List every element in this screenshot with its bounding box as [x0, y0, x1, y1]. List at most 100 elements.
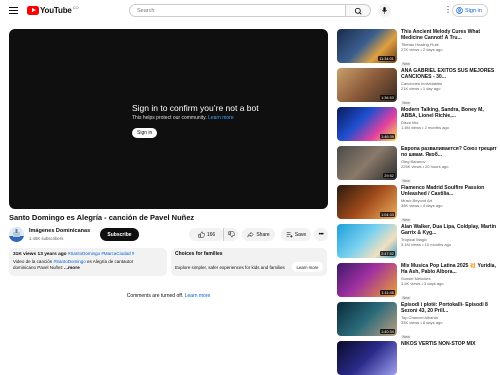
video-title-link[interactable]: NIKOS VERTIS NON-STOP MIX [401, 341, 497, 347]
hashtag-link[interactable]: #SantoDomingo [53, 259, 85, 264]
description-line: dominicano Pavel Nuñez ...more [13, 265, 80, 271]
save-playlist-icon [286, 232, 293, 238]
thumbs-down-icon [227, 231, 235, 238]
families-text: Explore simpler, safer experiences for k… [175, 265, 285, 270]
more-actions-button[interactable]: ••• [314, 228, 328, 241]
video-title-link[interactable]: Flamenco Madrid Soulfire Passion Unleash… [401, 185, 497, 198]
new-badge: New [401, 218, 412, 223]
video-thumbnail[interactable]: 1:40:34 [337, 302, 397, 336]
channel-name[interactable]: Imágenes Dominicanas [29, 228, 90, 234]
top-bar: YouTube CO Search ⋮ Sign in [0, 0, 500, 22]
avatar-image [9, 227, 24, 242]
video-player[interactable]: Sign in to confirm you’re not a bot This… [9, 29, 328, 209]
comments-disabled-notice: Comments are turned off. Learn more [126, 293, 211, 299]
recommended-video[interactable]: NIKOS VERTIS NON-STOP MIX [337, 341, 497, 375]
video-duration: 1:04:33 [379, 212, 395, 217]
video-thumbnail[interactable]: 1:04:33 [337, 185, 397, 219]
video-views-age: 3.5K views • 3 days ago [401, 281, 444, 287]
settings-more-icon[interactable]: ⋮ [444, 6, 452, 14]
thumbs-up-icon [198, 231, 205, 238]
video-views-age: 1.4M views • 2 months ago [401, 125, 449, 131]
microphone-icon [382, 7, 387, 14]
bot-check-heading: Sign in to confirm you’re not a bot [132, 103, 259, 113]
recommended-video[interactable]: 1:46:39 Modern Talking, Sandra, Boney M, … [337, 107, 497, 141]
video-title-link[interactable]: Modern Talking, Sandra, Boney M, ABBA, L… [401, 107, 497, 120]
recommended-video[interactable]: 1:11:46 Mix Musica Pop Latina 2025 💥 Yuri… [337, 263, 497, 301]
new-badge: New [401, 335, 412, 340]
video-thumbnail[interactable]: 29:52 [337, 146, 397, 180]
video-info: This Ancient Melody Cures What Medicine … [401, 29, 497, 70]
video-thumbnail[interactable]: 1:46:39 [337, 107, 397, 141]
new-badge: New [401, 296, 412, 301]
save-button[interactable]: Save [281, 228, 311, 241]
comments-learn-more-link[interactable]: Learn more [185, 293, 211, 299]
sign-in-label: Sign in [465, 7, 482, 14]
new-badge: New [401, 62, 412, 67]
share-icon [247, 231, 255, 238]
video-duration: 2:47:52 [379, 251, 395, 256]
video-info: ANA GABRIEL ÉXITOS SUS MEJORES CANCIONES… [401, 68, 497, 109]
video-views-age: 33K views • 6 days ago [401, 320, 443, 326]
new-badge: New [401, 101, 412, 106]
search-input[interactable]: Search [129, 4, 346, 17]
video-info: Mix Musica Pop Latina 2025 💥 Yuridia, Ha… [401, 263, 497, 304]
video-info: NIKOS VERTIS NON-STOP MIX [401, 341, 497, 348]
menu-icon[interactable] [9, 7, 18, 14]
youtube-logo[interactable]: YouTube CO [27, 5, 79, 15]
recommended-video[interactable]: 29:52 Европа разваливается? Союз трещит п… [337, 146, 497, 184]
description-hashtags[interactable]: #SantoDomingo #MarcaCiudad # [68, 251, 135, 256]
video-thumbnail[interactable] [337, 341, 397, 375]
voice-search-button[interactable] [378, 4, 391, 17]
dislike-button[interactable] [223, 228, 238, 241]
video-views-age: 3.1M views • 10 months ago [401, 242, 452, 248]
bot-check-subtext: This helps protect our community. Learn … [132, 115, 234, 121]
families-card: Choices for families Explore simpler, sa… [171, 248, 327, 276]
video-thumbnail[interactable]: 2:47:52 [337, 224, 397, 258]
subscriber-count: 1.45K subscribers [29, 236, 64, 241]
video-title: Santo Domingo es Alegría - canción de Pa… [9, 213, 195, 222]
search-icon [354, 7, 362, 15]
recommended-video[interactable]: 1:36:53 ANA GABRIEL ÉXITOS SUS MEJORES CA… [337, 68, 497, 106]
save-label: Save [294, 231, 307, 238]
video-info: Modern Talking, Sandra, Boney M, ABBA, L… [401, 107, 497, 130]
recommended-video[interactable]: 2:47:52 Alan Walker, Dua Lipa, Coldplay, … [337, 224, 497, 258]
description-box[interactable]: 31K views 13 years ago #SantoDomingo #Ma… [9, 248, 167, 276]
player-sign-in-button[interactable]: Sign in [132, 128, 158, 138]
channel-avatar[interactable] [9, 227, 24, 242]
video-title-link[interactable]: Mix Musica Pop Latina 2025 💥 Yuridia, Ha… [401, 263, 497, 276]
video-title-link[interactable]: ANA GABRIEL ÉXITOS SUS MEJORES CANCIONES… [401, 68, 497, 81]
video-thumbnail[interactable]: 1:36:53 [337, 68, 397, 102]
video-info: Alan Walker, Dua Lipa, Coldplay, Martin … [401, 224, 497, 247]
like-button[interactable]: 166 [189, 228, 224, 241]
video-duration: 1:46:39 [379, 134, 395, 139]
share-button[interactable]: Share [242, 228, 275, 241]
sign-in-button[interactable]: Sign in [452, 4, 488, 17]
description-stats-line: 31K views 13 years ago #SantoDomingo #Ma… [13, 251, 163, 259]
bot-check-learn-more-link[interactable]: Learn more [208, 115, 234, 121]
recommended-video[interactable]: 11:34:01 This Ancient Melody Cures What M… [337, 29, 497, 67]
video-duration: 1:40:34 [379, 329, 395, 334]
view-count-date: 31K views 13 years ago [13, 252, 67, 257]
subscribe-button[interactable]: Subscribe [100, 228, 139, 241]
share-label: Share [256, 231, 270, 238]
recommended-video[interactable]: 1:04:33 Flamenco Madrid Soulfire Passion … [337, 185, 497, 223]
show-more-link[interactable]: ...more [64, 266, 80, 271]
video-title-link[interactable]: This Ancient Melody Cures What Medicine … [401, 29, 497, 42]
like-count: 166 [206, 231, 216, 238]
video-duration: 29:52 [383, 173, 395, 178]
recommended-video[interactable]: 1:40:34 Episodi i plotë: Portokalli- Epis… [337, 302, 497, 340]
video-thumbnail[interactable]: 11:34:01 [337, 29, 397, 63]
video-views-age: 27K views • 2 days ago [401, 47, 443, 53]
video-thumbnail[interactable]: 1:11:46 [337, 263, 397, 297]
video-title-link[interactable]: Episodi i plotë: Portokalli- Episodi 8 S… [401, 302, 497, 315]
families-learn-more-button[interactable]: Learn more [292, 262, 323, 272]
video-info: Episodi i plotë: Portokalli- Episodi 8 S… [401, 302, 497, 343]
video-title-link[interactable]: Европа разваливается? Союз трещит по шва… [401, 146, 497, 159]
video-views-age: 225K views • 20 hours ago [401, 164, 449, 170]
more-horizontal-icon: ••• [318, 231, 324, 238]
logo-country: CO [72, 5, 79, 10]
video-title-link[interactable]: Alan Walker, Dua Lipa, Coldplay, Martin … [401, 224, 497, 237]
search-button[interactable] [346, 4, 371, 17]
video-info: Европа разваливается? Союз трещит по шва… [401, 146, 497, 187]
video-duration: 1:36:53 [379, 95, 395, 100]
